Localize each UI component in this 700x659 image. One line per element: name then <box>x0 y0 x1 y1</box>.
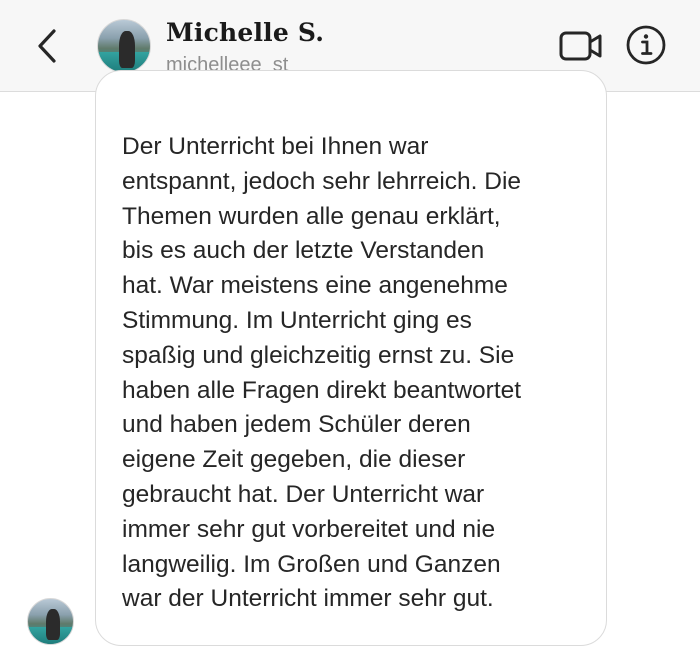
message-line: Der Unterricht bei Ihnen war <box>122 133 429 160</box>
message-line: entspannt, jedoch sehr lehrreich. Die <box>122 167 522 195</box>
message-line: und haben jedem Schüler deren <box>122 411 471 439</box>
message-line: Themen wurden alle genau erklärt, <box>122 202 501 230</box>
message-line: langweilig. Im Großen und Ganzen <box>122 550 501 578</box>
video-camera-icon <box>559 31 602 61</box>
message-text: Der Unterricht bei Ihnen war entspannt, … <box>122 130 592 617</box>
avatar[interactable] <box>97 19 151 73</box>
info-button[interactable] <box>625 24 667 66</box>
info-icon <box>626 25 666 65</box>
sender-avatar[interactable] <box>27 598 74 645</box>
message-line: bis es auch der letzte Verstanden <box>122 237 485 265</box>
video-call-button[interactable] <box>558 28 604 64</box>
message-line: spaßig und gleichzeitig ernst zu. Sie <box>122 341 515 369</box>
user-name[interactable]: Michelle S. <box>166 18 324 47</box>
back-button[interactable] <box>30 26 64 66</box>
chevron-left-icon <box>38 29 56 63</box>
message-line: hat. War meistens eine angenehme <box>122 272 508 300</box>
message-line: gebraucht hat. Der Unterricht war <box>122 480 485 508</box>
message-line: eigene Zeit gegeben, die dieser <box>122 446 466 474</box>
message-line: haben alle Fragen direkt beantwortet <box>122 376 522 404</box>
message-line: Stimmung. Im Unterricht ging es <box>122 306 472 334</box>
message-line: immer sehr gut vorbereitet und nie <box>122 515 496 543</box>
message-line: war der Unterricht immer sehr gut. <box>122 585 494 613</box>
